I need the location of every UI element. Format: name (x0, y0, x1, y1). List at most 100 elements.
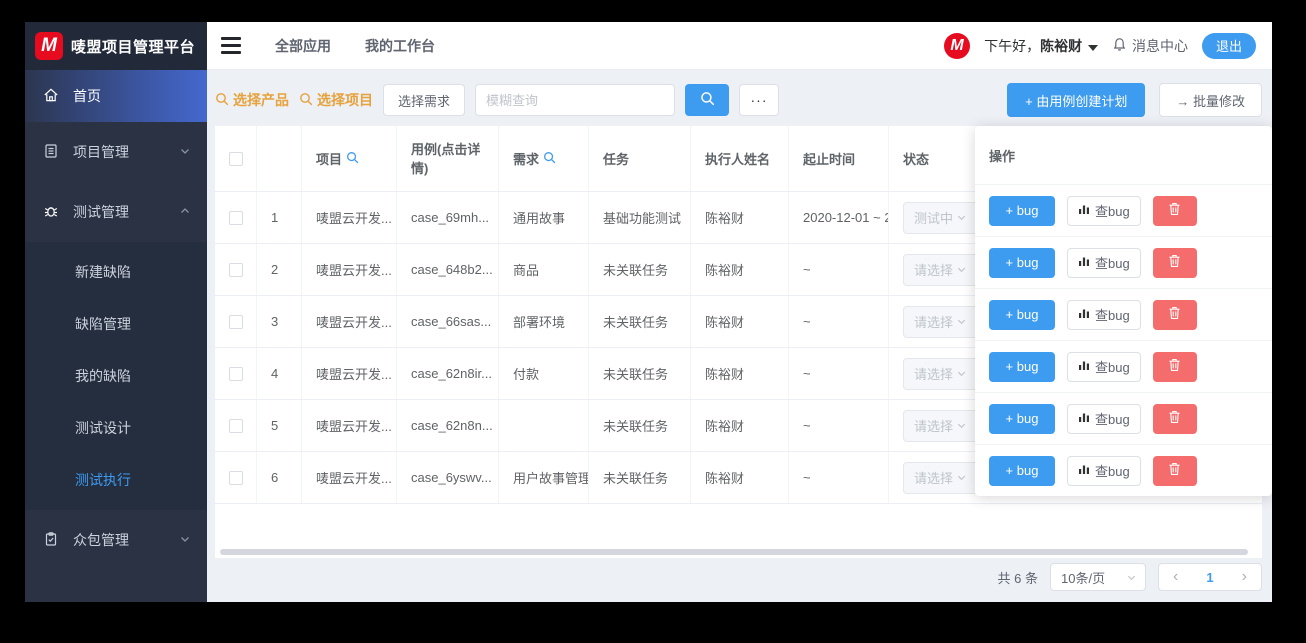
view-bug-button[interactable]: 查bug (1067, 247, 1141, 278)
status-value: 请选择 (914, 471, 954, 486)
view-bug-label: 查bug (1095, 308, 1130, 323)
trash-icon (1168, 358, 1181, 375)
chevron-down-icon (1127, 575, 1136, 580)
cell-project: 唛盟云开发... (302, 244, 397, 295)
brand-logo: M (35, 32, 63, 60)
delete-button[interactable] (1152, 455, 1197, 486)
sidebar-item-home[interactable]: 首页 (25, 70, 207, 122)
view-bug-button[interactable]: 查bug (1067, 455, 1141, 486)
sidebar-item-project-mgmt[interactable]: 项目管理 (25, 122, 207, 182)
bar-chart-icon (1078, 411, 1090, 426)
table-card: 项目 用例(点击详情) 需求 任务 执行人姓名 起止时间 状态 1 唛盟云开发.… (215, 126, 1272, 558)
app-title: 唛盟项目管理平台 (71, 38, 196, 56)
message-center[interactable]: 消息中心 (1112, 36, 1188, 56)
cell-case[interactable]: case_66sas... (397, 296, 499, 347)
add-bug-button[interactable]: + bug (989, 247, 1055, 278)
prev-page-button[interactable]: ‹ (1173, 569, 1178, 585)
cell-case[interactable]: case_6yswv... (397, 452, 499, 503)
cell-task: 未关联任务 (589, 400, 691, 451)
cell-project: 唛盟云开发... (302, 348, 397, 399)
row-checkbox[interactable] (228, 262, 243, 277)
add-bug-button[interactable]: + bug (989, 299, 1055, 330)
avatar[interactable]: M (944, 32, 971, 59)
status-value: 请选择 (914, 263, 954, 278)
sidebar-item-crowd-mgmt[interactable]: 众包管理 (25, 510, 207, 570)
sidebar-item-partial[interactable] (25, 584, 207, 602)
cell-case[interactable]: case_648b2... (397, 244, 499, 295)
cell-case[interactable]: case_62n8n... (397, 400, 499, 451)
nav-all-apps[interactable]: 全部应用 (275, 36, 331, 56)
row-checkbox[interactable] (228, 470, 243, 485)
chevron-down-icon (957, 371, 966, 377)
view-bug-button[interactable]: 查bug (1067, 195, 1141, 226)
add-bug-button[interactable]: + bug (989, 455, 1055, 486)
chevron-down-icon (957, 267, 966, 273)
row-checkbox[interactable] (228, 314, 243, 329)
row-checkbox[interactable] (228, 210, 243, 225)
cell-executor: 陈裕财 (691, 348, 789, 399)
cell-case[interactable]: case_69mh... (397, 192, 499, 243)
batch-edit-button[interactable]: → 批量修改 (1159, 83, 1262, 117)
sidebar-item-label: 测试管理 (73, 204, 129, 220)
select-all-checkbox[interactable] (228, 151, 243, 166)
cell-task: 未关联任务 (589, 296, 691, 347)
row-checkbox[interactable] (228, 366, 243, 381)
cell-dates: ~ (789, 244, 889, 295)
fuzzy-search-input[interactable] (475, 84, 676, 116)
header-index (257, 126, 302, 191)
view-bug-button[interactable]: 查bug (1067, 403, 1141, 434)
delete-button[interactable] (1152, 403, 1197, 434)
select-project-link[interactable]: 选择项目 (299, 90, 373, 110)
sidebar-item-test-mgmt[interactable]: 测试管理 (25, 182, 207, 242)
view-bug-button[interactable]: 查bug (1067, 351, 1141, 382)
sidebar: M 唛盟项目管理平台 首页 项目管理 测试管理 新建缺陷 缺陷管理 我的缺陷 测… (25, 22, 207, 602)
page-size-select[interactable]: 10条/页 (1050, 563, 1146, 591)
bar-chart-icon (1078, 463, 1090, 478)
add-bug-button[interactable]: + bug (989, 403, 1055, 434)
view-bug-button[interactable]: 查bug (1067, 299, 1141, 330)
create-plan-button[interactable]: + 由用例创建计划 (1007, 83, 1146, 117)
chevron-down-icon (179, 532, 191, 548)
cell-index: 4 (257, 348, 302, 399)
operations-panel: 操作 + bug 查bug + bug 查bug + bug 查bug + bu… (975, 126, 1272, 496)
chevron-down-icon (957, 475, 966, 481)
sidebar-item-label: 我的缺陷 (75, 368, 131, 384)
cell-requirement: 商品 (499, 244, 589, 295)
user-greeting[interactable]: 下午好，陈裕财 (984, 36, 1098, 56)
search-icon[interactable] (543, 151, 556, 167)
select-requirement-button[interactable]: 选择需求 (383, 84, 466, 116)
sidebar-item-my-defects[interactable]: 我的缺陷 (25, 350, 207, 402)
page-number[interactable]: 1 (1206, 570, 1213, 585)
sidebar-item-new-defect[interactable]: 新建缺陷 (25, 246, 207, 298)
search-button[interactable] (685, 84, 730, 116)
sidebar-item-test-design[interactable]: 测试设计 (25, 402, 207, 454)
add-bug-button[interactable]: + bug (989, 195, 1055, 226)
row-checkbox[interactable] (228, 418, 243, 433)
delete-button[interactable] (1152, 299, 1197, 330)
logout-button[interactable]: 退出 (1201, 32, 1256, 59)
horizontal-scrollbar[interactable] (220, 549, 1248, 555)
next-page-button[interactable]: › (1242, 569, 1247, 585)
sidebar-item-label: 首页 (73, 88, 101, 104)
delete-button[interactable] (1152, 247, 1197, 278)
operations-row: + bug 查bug (975, 444, 1272, 496)
hamburger-menu-icon[interactable] (221, 37, 241, 54)
add-bug-button[interactable]: + bug (989, 351, 1055, 382)
view-bug-label: 查bug (1095, 360, 1130, 375)
cell-case[interactable]: case_62n8ir... (397, 348, 499, 399)
username: 陈裕财 (1040, 37, 1083, 54)
sidebar-item-test-execution[interactable]: 测试执行 (25, 454, 207, 506)
operations-row: + bug 查bug (975, 392, 1272, 444)
delete-button[interactable] (1152, 351, 1197, 382)
delete-button[interactable] (1152, 195, 1197, 226)
select-product-link[interactable]: 选择产品 (215, 90, 289, 110)
search-icon[interactable] (346, 151, 359, 167)
more-actions-button[interactable]: ··· (739, 84, 780, 116)
page-size-value: 10条/页 (1061, 570, 1106, 586)
cell-task: 基础功能测试 (589, 192, 691, 243)
sidebar-item-defect-mgmt[interactable]: 缺陷管理 (25, 298, 207, 350)
topbar-right: M 下午好，陈裕财 消息中心 退出 (944, 32, 1272, 59)
sidebar-item-label: 众包管理 (73, 532, 129, 548)
main-content: 选择产品 选择项目 选择需求 ··· + 由用例创建计划 → 批量修改 项目 (207, 70, 1272, 602)
nav-my-workbench[interactable]: 我的工作台 (365, 36, 435, 56)
